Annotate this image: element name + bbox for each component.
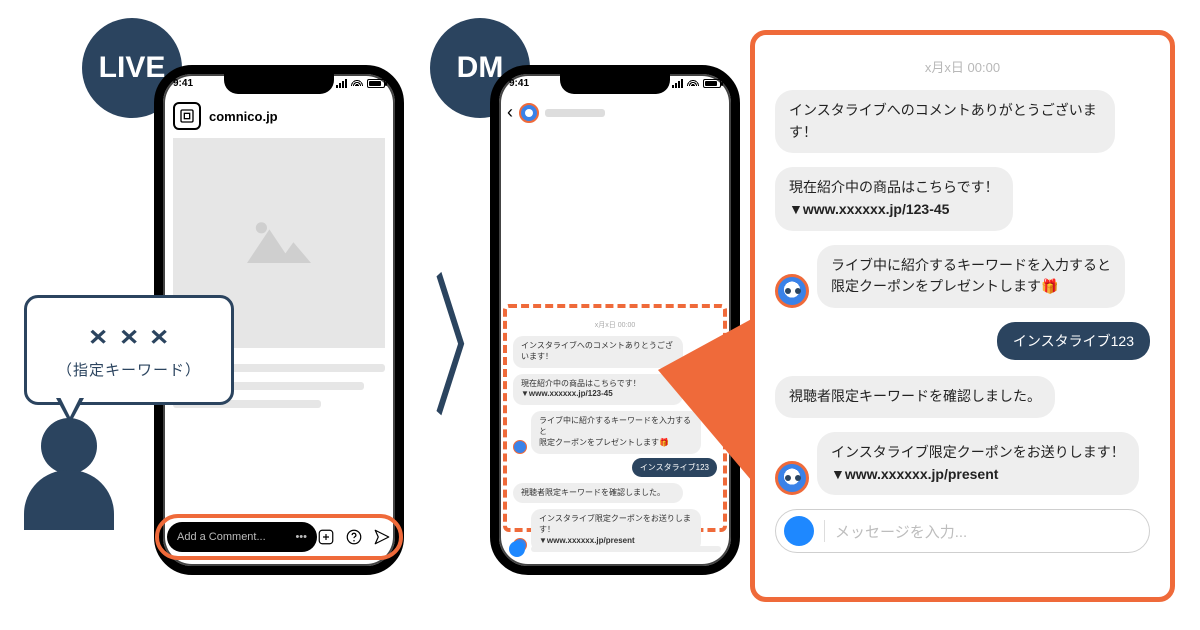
bot-message: インスタライブ限定クーポンをお送りします！▼www.xxxxxx.jp/pres…	[817, 432, 1139, 495]
status-time: 9:41	[509, 78, 529, 89]
bot-avatar-icon	[513, 440, 527, 454]
comment-placeholder: Add a Comment...	[177, 531, 266, 543]
image-placeholder-icon	[239, 213, 319, 273]
help-icon[interactable]	[345, 528, 363, 546]
status-bar: 9:41	[173, 78, 385, 89]
camera-button-icon[interactable]	[784, 516, 814, 546]
comment-input[interactable]: Add a Comment... •••	[167, 522, 317, 552]
input-divider	[824, 520, 825, 542]
comment-bar-highlight: Add a Comment... •••	[155, 514, 403, 560]
battery-icon	[703, 79, 721, 88]
dm-input-placeholder[interactable]	[531, 546, 721, 552]
comment-more[interactable]: •••	[295, 531, 307, 543]
user-reply: インスタライブ123	[997, 322, 1150, 360]
account-username[interactable]: comnico.jp	[209, 109, 278, 124]
zoom-input-placeholder: メッセージを入力...	[835, 521, 967, 542]
bot-avatar-icon	[775, 461, 809, 495]
keyword-speech-bubble: × × × （指定キーワード）	[24, 295, 234, 405]
wifi-icon	[351, 78, 363, 89]
account-avatar[interactable]	[173, 102, 201, 130]
status-time: 9:41	[173, 78, 193, 89]
zoom-chat-panel: x月x日 00:00 インスタライブへのコメントありがとうございます！ 現在紹介…	[750, 30, 1175, 602]
status-bar: 9:41	[509, 78, 721, 89]
zoom-message-input[interactable]: メッセージを入力...	[775, 509, 1150, 553]
create-icon[interactable]	[317, 528, 335, 546]
bot-avatar-icon[interactable]	[519, 103, 539, 123]
dm-input-bar[interactable]	[509, 540, 721, 558]
bot-message: インスタライブへのコメントありがとうございます！	[775, 90, 1115, 153]
bot-avatar-icon	[775, 274, 809, 308]
chat-name-placeholder	[545, 109, 605, 117]
keyword-subtext: （指定キーワード）	[57, 359, 201, 380]
bot-message: ライブ中に紹介するキーワードを入力すると限定クーポンをプレゼントします🎁	[817, 245, 1125, 308]
send-icon[interactable]	[373, 528, 391, 546]
zoom-timestamp: x月x日 00:00	[775, 57, 1150, 76]
signal-icon	[672, 79, 683, 88]
user-silhouette-icon	[24, 418, 114, 528]
signal-icon	[336, 79, 347, 88]
bot-message: 現在紹介中の商品はこちらです！▼www.xxxxxx.jp/123-45	[775, 167, 1013, 230]
keyword-x-3: ×	[150, 321, 168, 353]
speech-bubble-tail	[56, 398, 84, 424]
brand-logo-icon	[179, 108, 195, 124]
back-chevron-icon[interactable]: ‹	[507, 102, 513, 123]
camera-button-icon[interactable]	[509, 541, 525, 557]
battery-icon	[367, 79, 385, 88]
keyword-x-2: ×	[120, 321, 138, 353]
keyword-x-1: ×	[90, 321, 108, 353]
bot-message: 視聴者限定キーワードを確認しました。	[775, 376, 1055, 418]
wifi-icon	[687, 78, 699, 89]
